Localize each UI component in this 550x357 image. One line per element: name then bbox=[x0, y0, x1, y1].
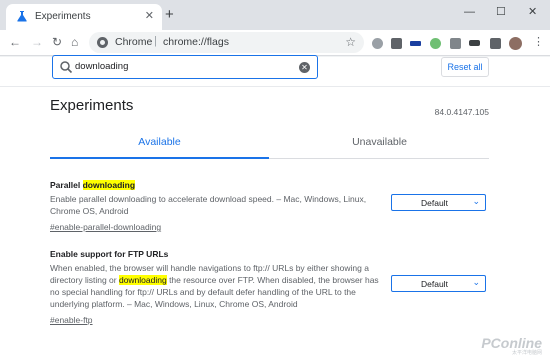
search-bar-area: downloading ✕ Reset all bbox=[0, 55, 550, 87]
search-value: downloading bbox=[75, 61, 129, 72]
menu-icon[interactable]: ⋮ bbox=[533, 34, 544, 50]
bookmark-star-icon[interactable]: ☆ bbox=[345, 35, 356, 49]
minimize-button[interactable]: — bbox=[464, 5, 475, 19]
reset-all-button[interactable]: Reset all bbox=[441, 57, 489, 77]
flag-state-select[interactable]: Default ⌄ bbox=[391, 275, 486, 292]
flag-title: Enable support for FTP URLs bbox=[50, 249, 169, 259]
select-value: Default bbox=[421, 198, 448, 208]
page-title: Experiments bbox=[50, 97, 134, 114]
flag-description: When enabled, the browser will handle na… bbox=[50, 263, 379, 309]
home-button[interactable]: ⌂ bbox=[71, 34, 78, 50]
search-input[interactable]: downloading ✕ bbox=[52, 55, 318, 79]
extension-icon[interactable] bbox=[391, 38, 402, 49]
chrome-site-icon bbox=[97, 37, 108, 48]
watermark-subtitle: 太平洋电脑网 bbox=[511, 350, 542, 356]
chevron-down-icon: ⌄ bbox=[472, 196, 480, 206]
search-highlight: downloading bbox=[118, 275, 167, 285]
extension-icon[interactable] bbox=[410, 41, 421, 46]
tab-strip: Experiments ✕ + — ☐ ✕ bbox=[0, 0, 550, 30]
extension-icon[interactable] bbox=[450, 38, 461, 49]
back-button[interactable]: ← bbox=[9, 34, 21, 50]
flag-title: Parallel downloading bbox=[50, 180, 136, 190]
clear-search-icon[interactable]: ✕ bbox=[299, 62, 310, 73]
maximize-button[interactable]: ☐ bbox=[496, 5, 506, 19]
chevron-down-icon: ⌄ bbox=[472, 277, 480, 287]
flags-page: downloading ✕ Reset all Experiments 84.0… bbox=[0, 55, 550, 357]
tab-available[interactable]: Available bbox=[50, 136, 269, 148]
extension-icon[interactable] bbox=[469, 40, 480, 46]
reload-button[interactable]: ↻ bbox=[52, 34, 62, 50]
puzzle-icon[interactable] bbox=[490, 38, 501, 49]
new-tab-button[interactable]: + bbox=[165, 7, 174, 23]
browser-toolbar: ← → ↻ ⌂ Chrome | chrome://flags ☆ ⋮ bbox=[0, 30, 550, 56]
extension-icon[interactable] bbox=[372, 38, 383, 49]
flags-tabs: Available Unavailable bbox=[50, 133, 489, 159]
flag-anchor-link[interactable]: #enable-parallel-downloading bbox=[50, 222, 161, 232]
omnibox-url: chrome://flags bbox=[163, 36, 229, 48]
close-window-button[interactable]: ✕ bbox=[528, 5, 537, 19]
omnibox-separator: | bbox=[154, 35, 157, 47]
flag-description: Enable parallel downloading to accelerat… bbox=[50, 194, 367, 216]
active-tab-indicator bbox=[50, 157, 269, 159]
search-icon bbox=[60, 61, 73, 74]
tab-unavailable[interactable]: Unavailable bbox=[270, 136, 489, 148]
flag-anchor-link[interactable]: #enable-ftp bbox=[50, 315, 93, 325]
version-label: 84.0.4147.105 bbox=[434, 107, 489, 117]
select-value: Default bbox=[421, 279, 448, 289]
address-bar[interactable]: Chrome | chrome://flags ☆ bbox=[89, 32, 364, 53]
tab-title: Experiments bbox=[35, 11, 91, 22]
flag-state-select[interactable]: Default ⌄ bbox=[391, 194, 486, 211]
extension-icon[interactable] bbox=[430, 38, 441, 49]
tab-close-icon[interactable]: ✕ bbox=[145, 10, 154, 22]
flask-icon bbox=[17, 11, 27, 22]
browser-tab-experiments[interactable]: Experiments ✕ bbox=[6, 4, 162, 30]
forward-button[interactable]: → bbox=[31, 34, 43, 50]
search-highlight: downloading bbox=[82, 180, 136, 190]
avatar[interactable] bbox=[509, 37, 522, 50]
omnibox-scheme: Chrome bbox=[115, 36, 153, 48]
